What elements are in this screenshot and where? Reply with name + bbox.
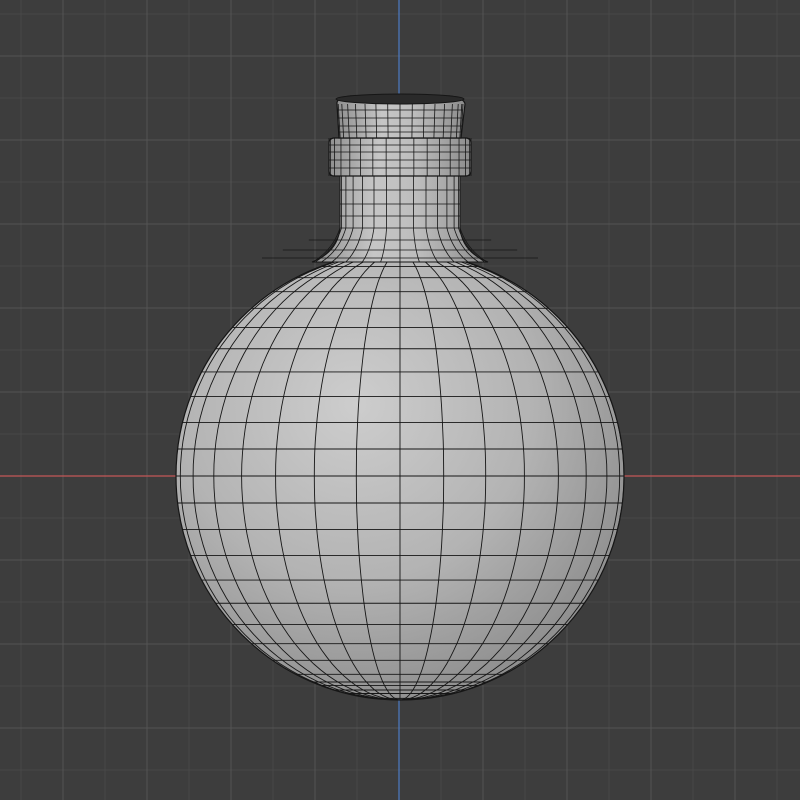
viewport-canvas[interactable]: [0, 0, 800, 800]
flask-neck[interactable]: [262, 175, 538, 263]
3d-viewport[interactable]: [0, 0, 800, 800]
flask-cork[interactable]: [335, 93, 466, 139]
flask-collar-ring[interactable]: [328, 137, 472, 177]
flask-body[interactable]: [175, 251, 625, 701]
flask-mesh[interactable]: [175, 93, 625, 701]
